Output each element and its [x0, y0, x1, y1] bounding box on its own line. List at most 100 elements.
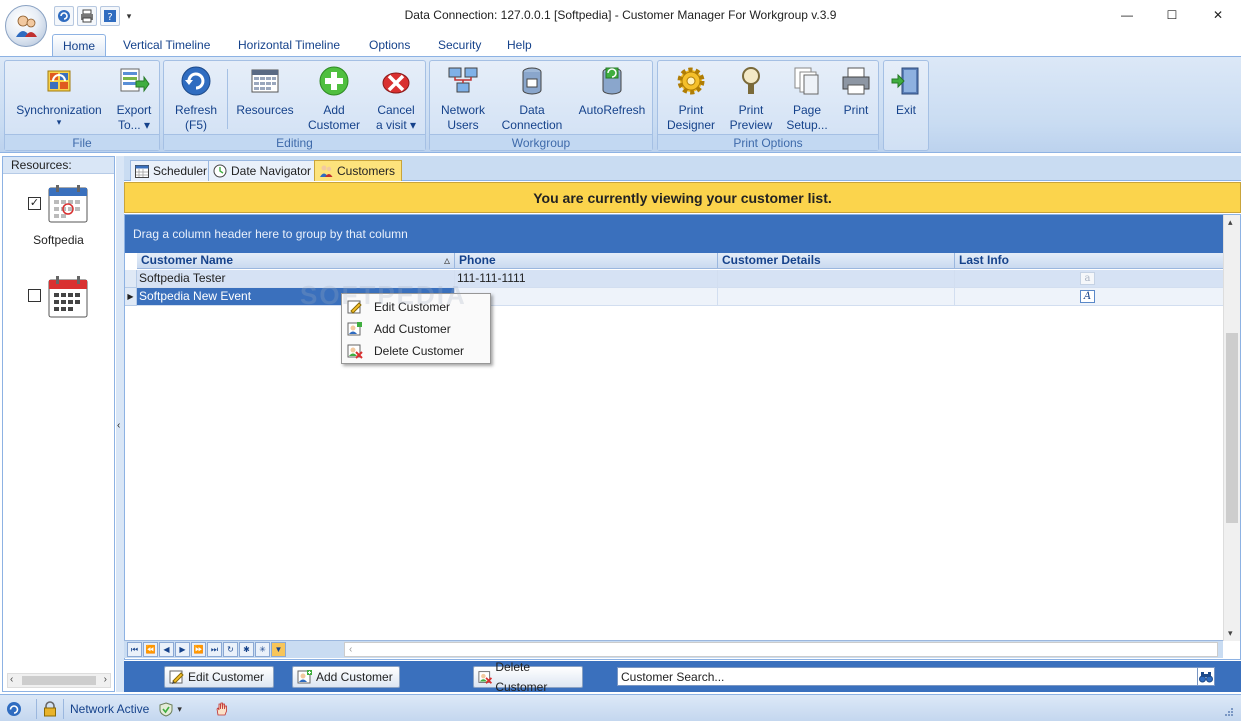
tab-help[interactable]: Help — [497, 34, 542, 57]
refresh-icon — [7, 702, 21, 716]
table-row[interactable]: Softpedia Tester 111-111-1111 a — [125, 270, 1224, 288]
ribbon-group-print-options: Print Designer Print Preview Page Setup.… — [657, 60, 879, 151]
sync-status[interactable] — [6, 699, 22, 719]
maximize-button[interactable]: ☐ — [1149, 0, 1195, 30]
star-record-button[interactable]: ✳ — [255, 642, 270, 657]
export-to-button[interactable]: Export To... ▾ — [111, 65, 157, 133]
cell-phone[interactable] — [455, 288, 718, 306]
tab-security[interactable]: Security — [428, 34, 491, 57]
resource-checkbox-2[interactable] — [28, 289, 41, 302]
grid-vertical-scrollbar[interactable]: ▴ ▾ — [1223, 215, 1240, 641]
printer-icon — [842, 67, 870, 95]
title-bar: ? ▾ Data Connection: 127.0.0.1 [Softpedi… — [0, 0, 1241, 47]
scroll-thumb[interactable] — [1226, 333, 1238, 523]
ribbon-group-workgroup: Network Users Data Connection AutoRefres… — [429, 60, 653, 151]
resize-grip-icon — [1225, 708, 1233, 716]
gear-icon — [677, 67, 705, 95]
filter-button[interactable]: ▼ — [271, 642, 286, 657]
hand-icon — [216, 702, 227, 716]
previous-record-button[interactable]: ◀ — [159, 642, 174, 657]
print-button[interactable]: Print — [836, 65, 876, 118]
chevron-down-icon: ▾ — [56, 117, 62, 127]
minimize-button[interactable]: — — [1104, 0, 1150, 30]
chevron-right-icon[interactable]: › — [104, 674, 107, 685]
previous-page-button[interactable]: ⏪ — [143, 642, 158, 657]
tab-horizontal-timeline[interactable]: Horizontal Timeline — [228, 34, 350, 57]
edit-user-icon — [347, 300, 362, 314]
column-header-customer-name[interactable]: Customer Name ▵ — [137, 253, 455, 269]
group-by-panel[interactable]: Drag a column header here to group by th… — [125, 215, 1224, 253]
tab-scheduler[interactable]: Scheduler — [130, 160, 215, 181]
calendar-icon — [48, 185, 88, 223]
column-header-last-info[interactable]: Last Info — [955, 253, 1224, 269]
network-users-button[interactable]: Network Users — [434, 65, 492, 133]
cell-customer-details[interactable] — [718, 288, 955, 306]
row-indicator[interactable] — [125, 270, 137, 288]
cell-customer-details[interactable] — [718, 270, 955, 288]
page-setup-button[interactable]: Page Setup... — [782, 65, 832, 133]
refresh-records-button[interactable]: ↻ — [223, 642, 238, 657]
next-page-button[interactable]: ⏩ — [191, 642, 206, 657]
column-header-phone[interactable]: Phone — [455, 253, 718, 269]
hand-tool[interactable] — [214, 699, 230, 719]
customer-search-input[interactable] — [617, 667, 1201, 686]
panel-splitter[interactable]: ‹ — [116, 156, 124, 692]
tab-options[interactable]: Options — [359, 34, 420, 57]
insert-record-button[interactable]: ✱ — [239, 642, 254, 657]
print-preview-button[interactable]: Print Preview — [722, 65, 780, 133]
tab-vertical-timeline[interactable]: Vertical Timeline — [113, 34, 220, 57]
menu-item-edit-customer[interactable]: Edit Customer — [342, 296, 490, 318]
print-designer-button[interactable]: Print Designer — [662, 65, 720, 133]
close-button[interactable]: ✕ — [1195, 0, 1241, 30]
cell-last-info[interactable]: A — [955, 288, 1224, 306]
resources-header: Resources: — [3, 157, 114, 174]
cell-customer-name[interactable]: Softpedia Tester — [137, 270, 455, 288]
search-button[interactable] — [1197, 667, 1215, 686]
tab-home[interactable]: Home — [52, 34, 107, 57]
exit-button[interactable]: Exit — [886, 65, 926, 118]
chevron-up-icon[interactable]: ▴ — [1228, 217, 1233, 228]
chevron-left-icon[interactable]: ‹ — [349, 644, 352, 655]
autorefresh-button[interactable]: AutoRefresh — [574, 65, 650, 118]
app-menu-orb[interactable] — [5, 5, 47, 47]
synchronization-button[interactable]: Synchronization ▾ — [11, 65, 107, 127]
tab-date-navigator[interactable]: Date Navigator — [208, 160, 319, 181]
edit-customer-button[interactable]: Edit Customer — [164, 666, 274, 688]
lock-status[interactable] — [36, 699, 64, 719]
action-bar: Edit Customer Add Customer Delete Custom… — [124, 660, 1241, 694]
resize-grip[interactable] — [1222, 703, 1234, 721]
chevron-left-icon[interactable]: ‹ — [10, 674, 13, 685]
add-user-icon — [297, 670, 312, 684]
add-customer-ribbon-button[interactable]: Add Customer — [302, 65, 366, 133]
resources-horizontal-scrollbar[interactable]: ‹ › — [7, 673, 111, 688]
chevron-down-icon[interactable]: ▾ — [1228, 628, 1233, 639]
cancel-visit-button[interactable]: Cancel a visit ▾ — [368, 65, 424, 133]
tab-customers[interactable]: Customers — [314, 160, 403, 181]
exit-door-icon — [891, 67, 919, 95]
grid-horizontal-scrollbar[interactable]: ‹ — [344, 642, 1218, 657]
cell-phone[interactable]: 111-111-1111 — [455, 270, 718, 288]
delete-user-icon — [478, 671, 493, 684]
add-customer-button[interactable]: Add Customer — [292, 666, 400, 688]
table-row[interactable]: ▶ Softpedia New Event A — [125, 288, 1224, 306]
data-connection-button[interactable]: Data Connection — [498, 65, 566, 133]
collapse-panel-icon[interactable]: ‹ — [117, 420, 120, 431]
current-row-indicator[interactable]: ▶ — [125, 288, 137, 306]
cell-last-info[interactable]: a — [955, 270, 1224, 288]
delete-customer-button[interactable]: Delete Customer — [473, 660, 583, 694]
chevron-down-icon[interactable]: ▾ — [177, 704, 182, 715]
resources-button[interactable]: Resources — [232, 65, 298, 118]
scroll-thumb[interactable] — [22, 676, 96, 685]
add-icon — [319, 66, 349, 96]
menu-item-delete-customer[interactable]: Delete Customer — [342, 340, 490, 362]
column-header-customer-details[interactable]: Customer Details — [718, 253, 955, 269]
ribbon-group-label: Editing — [164, 134, 425, 150]
first-record-button[interactable]: ⏮ — [127, 642, 142, 657]
menu-item-add-customer[interactable]: Add Customer — [342, 318, 490, 340]
next-record-button[interactable]: ▶ — [175, 642, 190, 657]
maximize-icon: ☐ — [1166, 8, 1178, 22]
last-record-button[interactable]: ⏭ — [207, 642, 222, 657]
refresh-button[interactable]: Refresh (F5) — [168, 65, 224, 133]
network-status[interactable]: Network Active ▾ — [70, 699, 182, 719]
resource-checkbox-softpedia[interactable]: ✓ — [28, 197, 41, 210]
